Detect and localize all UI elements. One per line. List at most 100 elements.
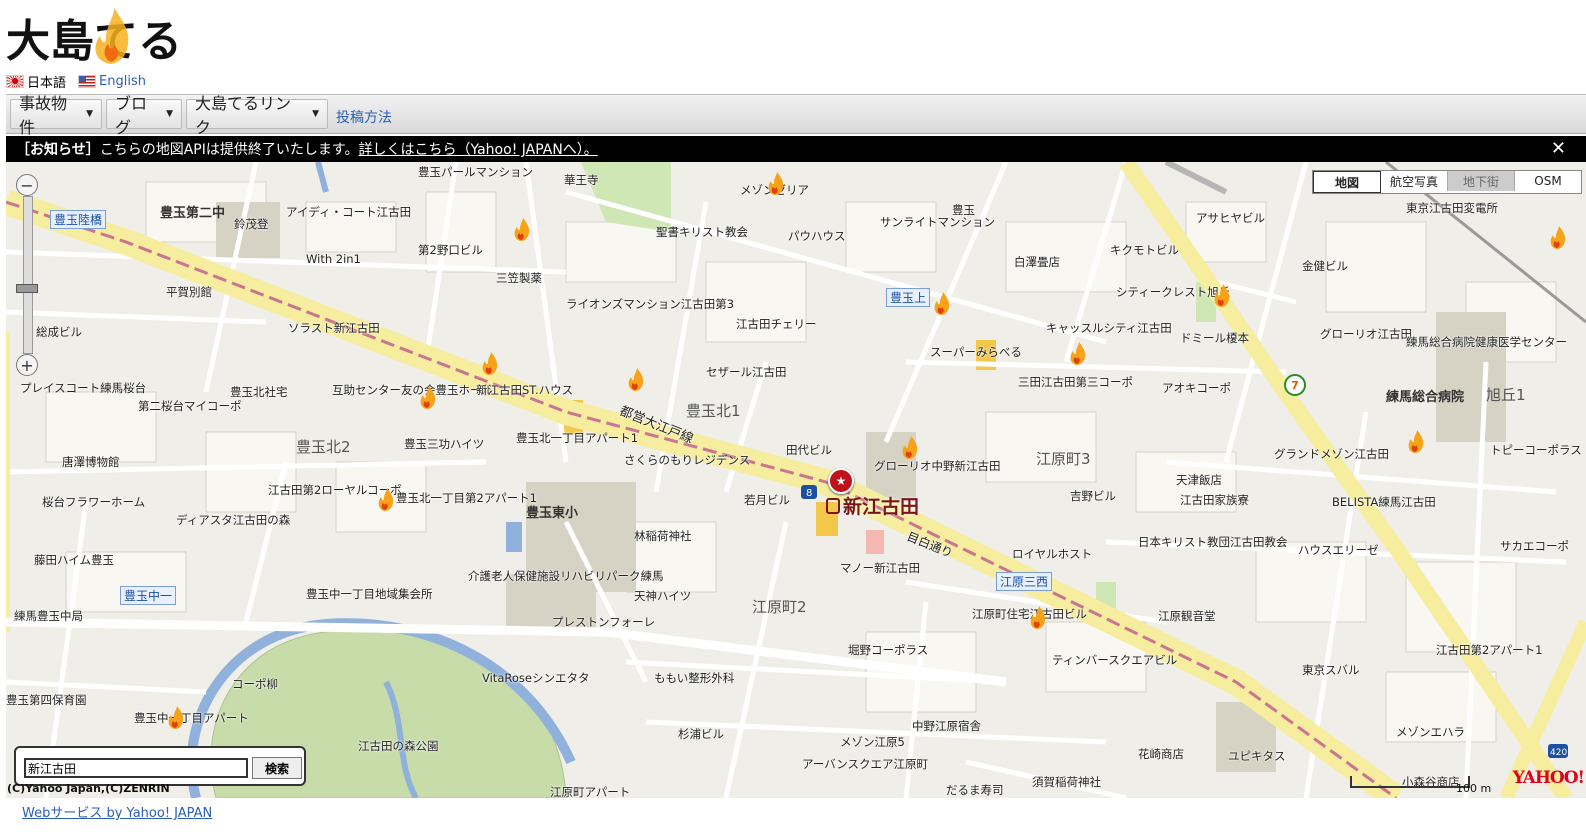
map-poi: VitaRoseシンエタタ [482,671,590,685]
map-poi: コーポ柳 [232,677,278,691]
map-poi: 豊玉北一丁目アパート1 [516,431,639,445]
map-poi: アサヒヤビル [1196,211,1265,225]
map-poi: キクモトビル [1110,243,1179,257]
incident-fire-icon[interactable] [1068,342,1086,366]
map-poi: グローリオ江古田 [1320,327,1412,341]
lang-en[interactable]: English [78,74,146,89]
notice-link[interactable]: 詳しくはこちら（Yahoo! JAPANへ）。 [358,139,597,159]
incident-fire-icon[interactable] [766,172,784,196]
map-poi: メゾン江原5 [840,735,905,749]
map-poi: パウハウス [788,229,846,243]
map-poi: 花崎商店 [1138,747,1184,761]
zoom-out-button[interactable]: − [16,174,38,196]
map-poi: 練馬総合病院健康医学センター [1406,335,1567,349]
map-poi: ティンバースクエアビル [1052,653,1178,667]
logo-text: 大島てる [6,16,182,67]
map-type-aerial[interactable]: 航空写真 [1381,171,1448,191]
map-search-button[interactable]: 検索 [252,757,302,779]
map-poi: 平賀別館 [166,285,212,299]
map-scale-label: 100 m [1456,782,1492,795]
map-poi: 豊玉中一丁目地域集会所 [306,587,433,601]
area-label: 江原町2 [752,598,807,616]
map-poi: 華王寺 [564,173,599,187]
map-poi: 三田江古田第三コーポ [1018,375,1133,389]
map-poi: マノー新江古田 [840,561,921,575]
map-poi: ライオンズマンション江古田第3 [566,297,735,311]
yahoo-japan-logo[interactable]: YAHOO! [1513,768,1585,788]
incident-fire-icon[interactable] [1028,606,1046,630]
main-nav: 事故物件 ▼ ブログ ▼ 大島てるリンク ▼ 投稿方法 [6,94,1586,137]
area-label: 豊玉北2 [296,438,351,456]
zoom-slider-handle[interactable] [16,284,38,293]
incident-fire-icon[interactable] [626,368,644,392]
map-poi: ソラスト新江古田 [288,321,380,335]
incident-fire-icon[interactable] [900,436,918,460]
map-search-input[interactable] [24,758,248,778]
map-poi: 杉浦ビル [678,727,724,741]
nav-tab-blog[interactable]: ブログ ▼ [106,94,182,137]
incident-fire-icon[interactable] [1212,284,1230,308]
map-poi: 須賀稲荷神社 [1032,775,1101,789]
map-poi: 田代ビル [786,443,832,457]
map-poi: 総成ビル [36,325,82,339]
nav-tab-links[interactable]: 大島てるリンク ▼ [186,94,328,137]
zoom-slider-track[interactable] [23,196,33,354]
map-poi: 藤田ハイム豊玉 [34,553,115,567]
map-poi: 若月ビル [744,493,790,507]
zoom-in-button[interactable]: + [16,354,38,376]
map-poi: グランドメゾン江古田 [1274,447,1389,461]
incident-fire-icon[interactable] [932,292,950,316]
bus-stop-label: 豊玉陸橋 [50,210,107,229]
incident-fire-icon[interactable] [166,706,184,730]
incident-fire-icon[interactable] [418,386,436,410]
map-poi: 江原町アパート [550,785,631,798]
map-type-osm[interactable]: OSM [1515,171,1581,191]
bus-stop-label: 豊玉上 [886,288,931,307]
us-flag-icon [78,75,97,88]
area-label: 江原町3 [1036,450,1091,468]
nav-link-submit[interactable]: 投稿方法 [336,107,392,127]
map-poi: ももい整形外科 [654,671,735,685]
incident-fire-icon[interactable] [512,218,530,242]
japan-flag-icon [6,75,24,88]
site-logo[interactable]: 大島てる [6,4,206,68]
map-poi: 豊玉パールマンション [418,165,533,179]
bus-stop-label: 豊玉中一 [120,586,177,605]
incident-fire-icon[interactable] [1406,430,1424,454]
map-poi: 豊玉中一丁目アパート [134,711,249,725]
map-canvas[interactable]: 8 420 豊玉北1 豊玉北2 江原町3 江原町2 旭丘1 豊玉第二中 豊玉東小… [6,162,1586,798]
map-copyright: (C)Yahoo Japan,(C)ZENRIN [7,782,170,795]
close-icon[interactable]: ✕ [1551,138,1566,159]
map-poi: 天津飯店 [1176,473,1222,487]
map-search-box: 検索 [14,746,306,786]
map-poi: サカエコーポ [1500,539,1569,553]
map-poi: スーパーみらべる [930,345,1022,359]
school-label: 豊玉第二中 [160,206,226,221]
footer-web-service-link[interactable]: Webサービス by Yahoo! JAPAN [22,802,212,821]
map-type-map[interactable]: 地図 [1313,171,1381,193]
map-poi: 第二桜台マイコーポ [138,399,242,413]
map-poi: 唐澤博物館 [62,455,120,469]
lang-ja[interactable]: 日本語 [6,72,66,91]
map-poi: ハウスエリーゼ [1298,543,1379,557]
incident-fire-icon[interactable] [376,488,394,512]
map-poi: ユピキタス [1228,749,1286,763]
map-poi: 金健ビル [1302,259,1348,273]
map-poi: 東京スバル [1302,663,1360,677]
map-poi: 日本キリスト教団江古田教会 [1138,535,1288,549]
map-poi: ディアスタ江古田の森 [176,513,291,527]
nav-tab-incidents[interactable]: 事故物件 ▼ [10,94,102,137]
map-poi: 豊玉北社宅 [230,385,288,399]
map-poi: アオキコーポ [1162,381,1231,395]
convenience-store-icon: 7 [1284,374,1306,396]
map-poi: 互助センター友の会豊玉ホール [332,383,493,397]
station-marker-icon[interactable]: ★ [828,468,854,494]
map-poi: ドミール榎本 [1180,331,1249,345]
station-label[interactable]: 新江古田 [826,492,919,519]
area-label: 豊玉北1 [686,402,741,420]
incident-fire-icon[interactable] [480,352,498,376]
incident-fire-icon[interactable] [1548,226,1566,250]
map-poi: 江古田の森公園 [358,739,439,753]
map-poi: With 2in1 [306,252,361,266]
map-poi: アイディ・コート江古田 [286,205,412,219]
